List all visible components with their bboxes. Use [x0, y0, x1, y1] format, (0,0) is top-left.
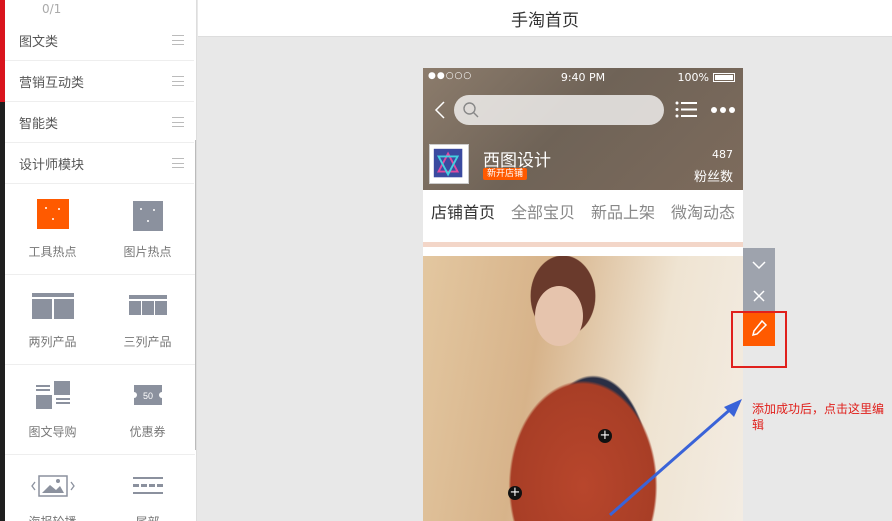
- list-icon[interactable]: [675, 101, 697, 118]
- module-label: 三列产品: [123, 335, 172, 349]
- drag-handle-icon[interactable]: [172, 158, 184, 168]
- category-graphic-text[interactable]: 图文类: [5, 21, 194, 61]
- section-divider: [423, 242, 743, 247]
- module-footer[interactable]: 尾部: [100, 455, 195, 521]
- coupon-icon: 50: [133, 385, 162, 405]
- search-input[interactable]: [454, 95, 664, 125]
- phone-nav-bar: [423, 94, 743, 126]
- drag-handle-icon[interactable]: [172, 35, 184, 45]
- editor-header: 手淘首页: [198, 0, 892, 37]
- shop-logo: [429, 144, 469, 184]
- arrow-annotation: [609, 399, 742, 517]
- module-guide[interactable]: 图文导购: [5, 365, 100, 455]
- fans-label: 粉丝数: [693, 170, 733, 185]
- module-label: 工具热点: [28, 245, 77, 259]
- category-label: 智能类: [19, 117, 59, 132]
- guide-icon: [35, 381, 70, 409]
- chevron-down-icon: [752, 261, 766, 270]
- panel-scrollbar[interactable]: [195, 140, 196, 450]
- instruction-note: 添加成功后，点击这里编辑: [752, 402, 885, 432]
- module-two-column[interactable]: 两列产品: [5, 275, 100, 365]
- module-coupon[interactable]: 50 优惠券: [100, 365, 195, 455]
- tab-micro-feed[interactable]: 微淘动态: [663, 190, 743, 236]
- three-column-icon: [128, 295, 167, 315]
- module-label: 图片热点: [123, 245, 172, 259]
- battery-percent: 100%: [677, 71, 709, 84]
- status-bar: ●●○○○ 9:40 PM 100%: [423, 68, 743, 88]
- hotspot-tool-icon: [36, 199, 69, 229]
- module-counter: 0/1: [42, 2, 62, 16]
- tab-all-items[interactable]: 全部宝贝: [503, 190, 583, 236]
- new-shop-badge: 新开店铺: [483, 168, 528, 180]
- battery-icon: [713, 73, 735, 82]
- search-icon: [463, 102, 479, 118]
- tab-new-arrivals[interactable]: 新品上架: [583, 190, 663, 236]
- shop-info: 西图设计 新开店铺 487 粉丝数: [423, 142, 743, 186]
- image-hotspot-icon: [132, 201, 163, 231]
- delete-button[interactable]: [743, 280, 775, 312]
- module-image-hotspot[interactable]: 图片热点: [100, 185, 195, 275]
- module-label: 图文导购: [28, 425, 77, 439]
- carousel-icon: [30, 475, 75, 497]
- category-designer[interactable]: 设计师模块: [5, 144, 194, 184]
- model-face: [535, 286, 583, 346]
- coupon-value: 50: [142, 391, 152, 401]
- drag-handle-icon[interactable]: [172, 76, 184, 86]
- module-three-column[interactable]: 三列产品: [100, 275, 195, 365]
- hotspot-marker[interactable]: +: [508, 486, 522, 500]
- highlight-frame: [731, 311, 787, 368]
- close-icon: [753, 290, 765, 302]
- module-label: 两列产品: [28, 335, 77, 349]
- module-carousel[interactable]: 海报轮播: [5, 455, 100, 521]
- shop-header-banner: ●●○○○ 9:40 PM 100% 西图设计 新开店铺 487 粉丝数: [423, 68, 743, 190]
- left-panel: 0/1 图文类 营销互动类 智能类 设计师模块 工具热点 图片热点 两列产品 三…: [0, 0, 197, 521]
- module-label: 海报轮播: [5, 513, 100, 521]
- more-icon[interactable]: [711, 107, 735, 113]
- category-smart[interactable]: 智能类: [5, 103, 194, 143]
- category-label: 营销互动类: [19, 76, 85, 91]
- module-hotspot-tool[interactable]: 工具热点: [5, 185, 100, 275]
- footer-icon: [132, 477, 163, 494]
- fans-count: 487: [712, 148, 733, 161]
- category-label: 图文类: [19, 35, 59, 50]
- drag-handle-icon[interactable]: [172, 117, 184, 127]
- page-title: 手淘首页: [511, 11, 579, 31]
- module-label: 优惠券: [129, 425, 166, 439]
- category-label: 设计师模块: [19, 158, 85, 173]
- shop-tabs: 店铺首页 全部宝贝 新品上架 微淘动态: [423, 190, 743, 236]
- two-column-icon: [31, 293, 74, 319]
- module-label: 尾部: [100, 513, 195, 521]
- back-icon[interactable]: [433, 101, 447, 119]
- battery-status: 100%: [678, 71, 735, 84]
- move-down-button[interactable]: [743, 248, 775, 280]
- tab-shop-home[interactable]: 店铺首页: [423, 190, 503, 236]
- category-marketing[interactable]: 营销互动类: [5, 62, 194, 102]
